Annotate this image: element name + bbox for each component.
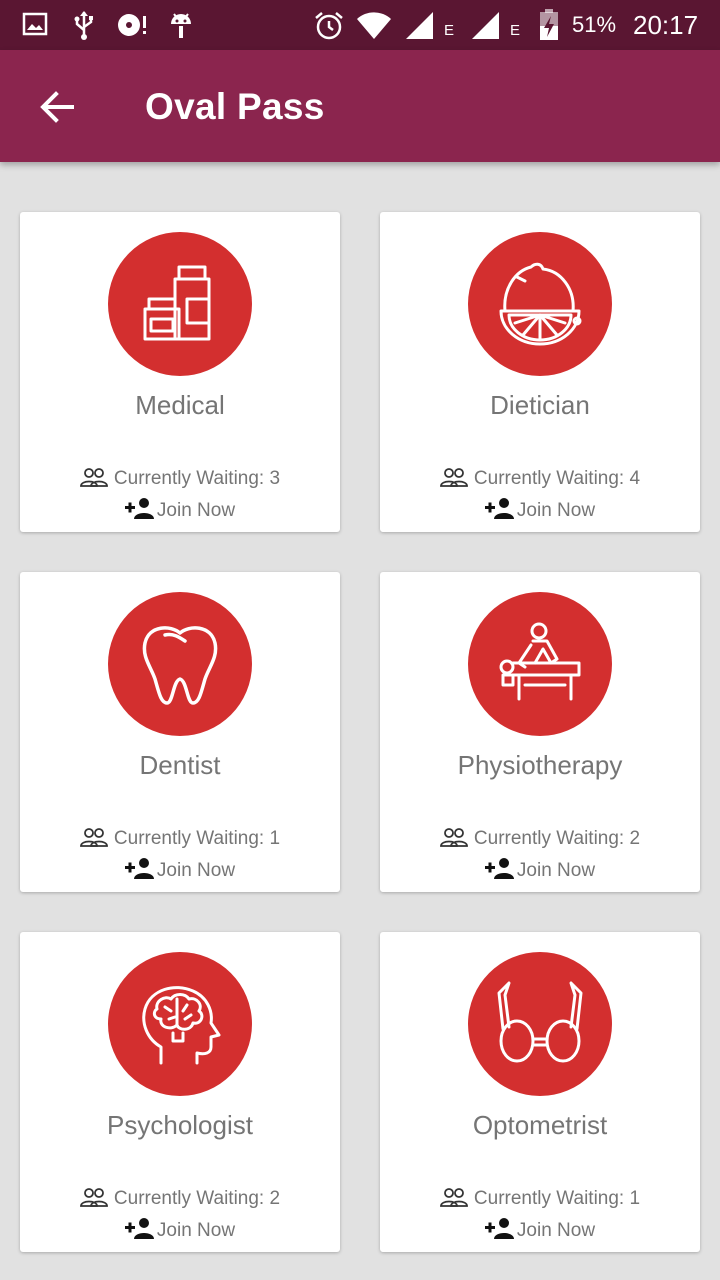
join-now-button[interactable]: Join Now [380, 497, 700, 522]
status-bar: E E 51% 20:17 [0, 0, 720, 50]
category-title: Dietician [490, 390, 590, 420]
add-person-icon [484, 858, 514, 879]
add-person-icon [484, 1218, 514, 1239]
page-title: Oval Pass [145, 86, 325, 127]
icon-circle [108, 952, 252, 1096]
app-bar: Oval Pass [0, 50, 720, 162]
join-now-button[interactable]: Join Now [20, 497, 340, 522]
waiting-label: Currently Waiting: 2 [473, 828, 641, 849]
waiting-count: Currently Waiting: 1 [20, 827, 340, 850]
waiting-count: Currently Waiting: 4 [380, 467, 700, 490]
join-now-label: Join Now [156, 1220, 236, 1241]
disc-notification-icon [116, 12, 150, 38]
people-icon [80, 468, 108, 487]
category-card-optometrist[interactable]: Optometrist Currently Waiting: 1 Join No… [380, 932, 700, 1252]
brain-head-icon [142, 986, 221, 1065]
waiting-label: Currently Waiting: 3 [113, 468, 281, 489]
waiting-count: Currently Waiting: 2 [380, 827, 700, 850]
arrow-back-icon [40, 91, 74, 123]
waiting-count: Currently Waiting: 3 [20, 467, 340, 490]
category-card-dietician[interactable]: Dietician Currently Waiting: 4 Join Now [380, 212, 700, 532]
join-now-button[interactable]: Join Now [380, 857, 700, 882]
back-button[interactable] [26, 82, 86, 132]
waiting-label: Currently Waiting: 4 [473, 468, 641, 489]
clock: 20:17 [633, 10, 699, 40]
icon-circle [468, 952, 612, 1096]
add-person-icon [124, 1218, 154, 1239]
category-card-dentist[interactable]: Dentist Currently Waiting: 1 Join Now [20, 572, 340, 892]
waiting-label: Currently Waiting: 2 [113, 1188, 281, 1209]
add-person-icon [484, 498, 514, 519]
waiting-count: Currently Waiting: 1 [380, 1187, 700, 1210]
category-card-medical[interactable]: Medical Currently Waiting: 3 Join Now [20, 212, 340, 532]
people-icon [440, 1188, 468, 1207]
join-now-label: Join Now [516, 1220, 596, 1241]
category-title: Psychologist [107, 1110, 253, 1140]
android-debug-icon [168, 8, 194, 40]
join-now-label: Join Now [516, 500, 596, 521]
join-now-label: Join Now [516, 860, 596, 881]
people-icon [80, 1188, 108, 1207]
icon-circle [468, 232, 612, 376]
lemon-icon [499, 262, 582, 346]
waiting-label: Currently Waiting: 1 [473, 1188, 641, 1209]
people-icon [440, 468, 468, 487]
waiting-label: Currently Waiting: 1 [113, 828, 281, 849]
category-title: Optometrist [472, 1110, 608, 1140]
waiting-count: Currently Waiting: 2 [20, 1187, 340, 1210]
join-now-button[interactable]: Join Now [20, 857, 340, 882]
signal-icon-2 [470, 10, 500, 40]
usb-icon [72, 10, 96, 40]
add-person-icon [124, 498, 154, 519]
medicine-bottles-icon [143, 265, 211, 341]
icon-circle [468, 592, 612, 736]
wifi-icon [356, 12, 392, 40]
category-title: Medical [135, 390, 225, 420]
people-icon [440, 828, 468, 847]
alarm-icon [313, 10, 345, 42]
network-type-label: E [510, 22, 521, 39]
glasses-icon [497, 981, 583, 1063]
tooth-icon [142, 626, 218, 705]
massage-icon [499, 622, 581, 701]
add-person-icon [124, 858, 154, 879]
category-card-physiotherapy[interactable]: Physiotherapy Currently Waiting: 2 Join … [380, 572, 700, 892]
battery-percent: 51% [572, 12, 617, 37]
people-icon [80, 828, 108, 847]
category-card-psychologist[interactable]: Psychologist Currently Waiting: 2 Join N… [20, 932, 340, 1252]
join-now-label: Join Now [156, 860, 236, 881]
join-now-label: Join Now [156, 500, 236, 521]
icon-circle [108, 592, 252, 736]
gallery-notification-icon [22, 12, 48, 36]
signal-icon-1 [404, 10, 434, 40]
icon-circle [108, 232, 252, 376]
category-title: Dentist [139, 750, 221, 780]
network-type-label: E [444, 22, 455, 39]
category-title: Physiotherapy [457, 750, 623, 780]
battery-charging-icon [538, 8, 560, 42]
join-now-button[interactable]: Join Now [380, 1217, 700, 1242]
join-now-button[interactable]: Join Now [20, 1217, 340, 1242]
